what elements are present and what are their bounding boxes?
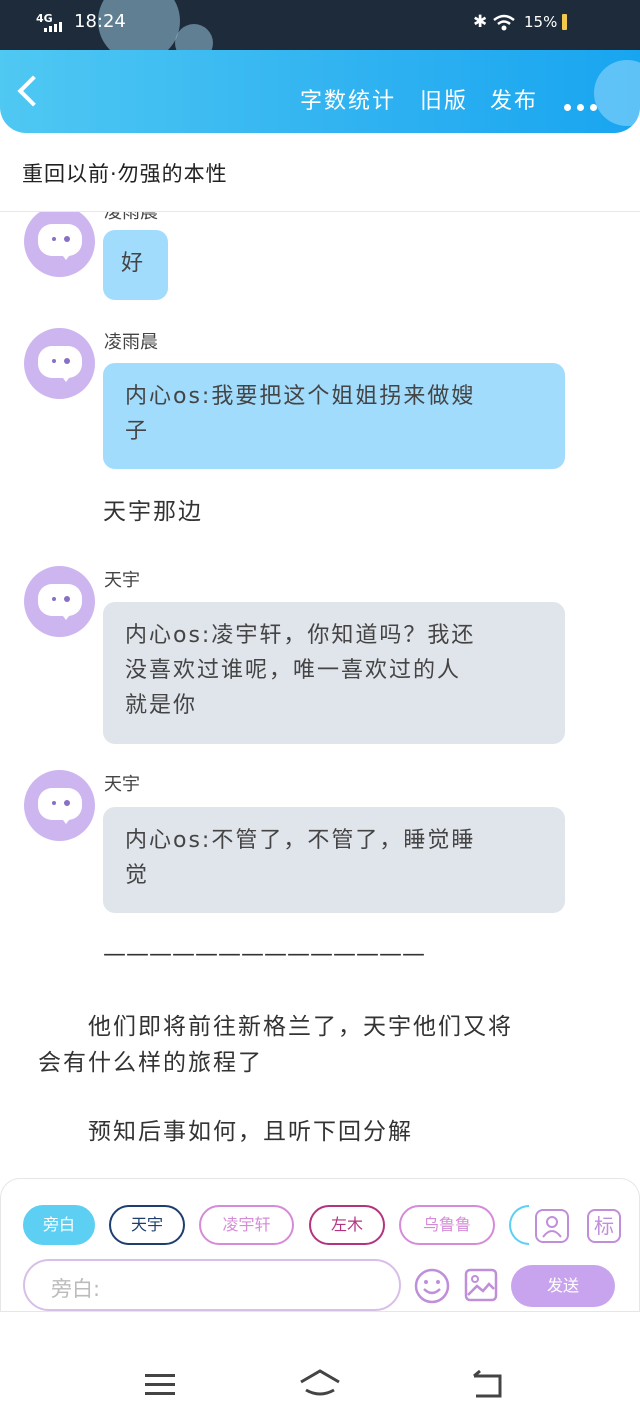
- old-version-button[interactable]: 旧版: [420, 83, 468, 115]
- system-nav-bar: [0, 1312, 640, 1422]
- message-bubble[interactable]: 好: [103, 230, 168, 300]
- sender-name: 凌雨晨: [104, 332, 158, 353]
- sender-name: 凌雨晨: [104, 212, 158, 223]
- send-button[interactable]: 发送: [511, 1265, 615, 1307]
- narration-line: 预知后事如何，且听下回分解: [38, 1119, 413, 1145]
- sender-name: 天宇: [104, 570, 140, 591]
- battery-icon: [562, 14, 567, 30]
- wifi-icon: [493, 14, 515, 31]
- clock: 18:24: [74, 11, 126, 32]
- publish-button[interactable]: 发布: [490, 83, 538, 115]
- narration-divider[interactable]: ——————————————: [103, 936, 425, 972]
- message-line: 没喜欢过谁呢，唯一喜欢过的人: [125, 658, 462, 683]
- narration-line: 会有什么样的旅程了: [38, 1050, 263, 1076]
- chat-bubble-face-icon: [38, 584, 82, 620]
- narration-text[interactable]: 天宇那边: [103, 494, 203, 530]
- message-input[interactable]: 旁白:: [23, 1259, 401, 1311]
- avatar[interactable]: [24, 770, 95, 841]
- more-dots-icon[interactable]: [564, 96, 603, 115]
- story-chat[interactable]: 凌雨晨 好 凌雨晨 内心os:我要把这个姐姐拐来做嫂 子 天宇那边 天宇 内心o…: [0, 212, 640, 1177]
- character-manage-icon[interactable]: [535, 1209, 569, 1243]
- role-chip[interactable]: 凌宇轩: [199, 1205, 294, 1245]
- home-icon[interactable]: [298, 1368, 342, 1400]
- signal-icon: [44, 22, 66, 32]
- message-line: 内心os:凌宇轩，你知道吗？我还: [125, 623, 476, 648]
- menu-icon[interactable]: [144, 1372, 176, 1398]
- message-line: 好: [121, 251, 146, 276]
- narration-paragraph[interactable]: 预知后事如何，且听下回分解: [38, 1114, 413, 1150]
- bluetooth-icon: ✱: [473, 12, 488, 32]
- message-bubble[interactable]: 内心os:我要把这个姐姐拐来做嫂 子: [103, 363, 565, 469]
- sender-name: 天宇: [104, 774, 140, 795]
- image-icon[interactable]: [463, 1267, 499, 1303]
- avatar[interactable]: [24, 328, 95, 399]
- decorative-bubble: [594, 60, 640, 126]
- message-line: 就是你: [125, 693, 198, 718]
- message-line: 觉: [125, 863, 150, 888]
- message-line: 子: [125, 419, 150, 444]
- chat-bubble-face-icon: [38, 788, 82, 824]
- avatar[interactable]: [24, 566, 95, 637]
- role-chip-narrator[interactable]: 旁白: [23, 1205, 95, 1245]
- avatar[interactable]: [24, 212, 95, 277]
- role-chip[interactable]: 乌鲁鲁: [399, 1205, 495, 1245]
- message-line: 内心os:不管了，不管了，睡觉睡: [125, 828, 476, 853]
- message-line: 内心os:我要把这个姐姐拐来做嫂: [125, 384, 476, 409]
- narration-line: 他们即将前往新格兰了，天宇他们又将: [38, 1014, 513, 1040]
- chapter-title[interactable]: 重回以前·勿强的本性: [22, 158, 228, 188]
- role-chip[interactable]: 左木: [309, 1205, 385, 1245]
- role-chip-partial[interactable]: [509, 1205, 529, 1245]
- chat-bubble-face-icon: [38, 224, 82, 260]
- message-bubble[interactable]: 内心os:不管了，不管了，睡觉睡 觉: [103, 807, 565, 913]
- status-bar: 4G 18:24 ✱ 15%: [0, 0, 640, 62]
- top-app-bar: 字数统计 旧版 发布: [0, 50, 640, 133]
- chat-bubble-face-icon: [38, 346, 82, 382]
- emoji-icon[interactable]: [413, 1267, 451, 1305]
- message-bubble[interactable]: 内心os:凌宇轩，你知道吗？我还 没喜欢过谁呢，唯一喜欢过的人 就是你: [103, 602, 565, 744]
- composer-panel: 旁白 天宇 凌宇轩 左木 乌鲁鲁 标 旁白: 发送: [0, 1178, 640, 1312]
- role-chip[interactable]: 天宇: [109, 1205, 185, 1245]
- word-count-button[interactable]: 字数统计: [300, 83, 396, 115]
- chevron-left-icon[interactable]: [17, 75, 49, 107]
- narration-paragraph[interactable]: 他们即将前往新格兰了，天宇他们又将 会有什么样的旅程了: [38, 1009, 608, 1081]
- back-nav-icon[interactable]: [470, 1370, 504, 1400]
- tag-icon[interactable]: 标: [587, 1209, 621, 1243]
- battery-percent: 15%: [524, 13, 558, 31]
